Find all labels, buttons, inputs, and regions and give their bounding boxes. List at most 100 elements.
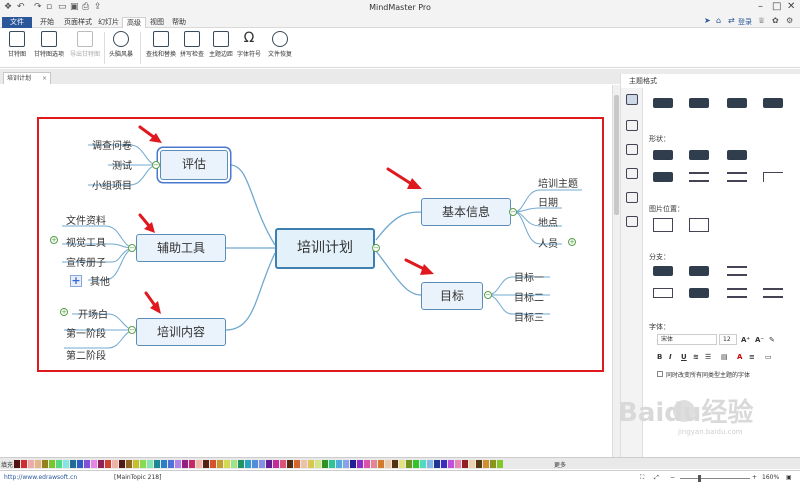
color-swatch[interactable] xyxy=(245,460,251,468)
line-weight-button[interactable] xyxy=(689,172,709,182)
color-swatch[interactable] xyxy=(378,460,384,468)
color-swatch[interactable] xyxy=(490,460,496,468)
color-swatch[interactable] xyxy=(357,460,363,468)
color-swatch[interactable] xyxy=(126,460,132,468)
layout-map-button[interactable] xyxy=(653,98,673,108)
color-swatch[interactable] xyxy=(35,460,41,468)
color-swatch[interactable] xyxy=(63,460,69,468)
color-swatch[interactable] xyxy=(413,460,419,468)
shrink-font-icon[interactable]: A⁻ xyxy=(755,336,764,344)
align-icon[interactable]: ≡ xyxy=(749,353,755,361)
zoom-level[interactable]: 160% xyxy=(762,474,779,481)
zoom-out-icon[interactable]: − xyxy=(670,474,675,481)
highlight-icon[interactable]: ▤ xyxy=(721,353,728,361)
zoom-knob[interactable] xyxy=(698,475,701,482)
color-swatch[interactable] xyxy=(441,460,447,468)
line-color-button[interactable] xyxy=(653,172,673,182)
bold-icon[interactable]: B xyxy=(657,353,662,361)
image-left-button[interactable] xyxy=(653,218,673,232)
corner-style-button[interactable] xyxy=(763,172,783,182)
export-gantt-button[interactable]: 导出甘特图 xyxy=(68,31,102,58)
color-swatch[interactable] xyxy=(371,460,377,468)
share-icon[interactable]: ⇄ xyxy=(728,16,735,25)
login-link[interactable]: 登录 xyxy=(738,17,752,27)
color-swatch[interactable] xyxy=(399,460,405,468)
color-swatch[interactable] xyxy=(469,460,475,468)
more-colors-label[interactable]: 更多 xyxy=(554,460,566,469)
menu-help[interactable]: 帮助 xyxy=(168,17,190,28)
font-color-icon[interactable]: A xyxy=(737,353,742,361)
clipart-icon[interactable] xyxy=(626,144,638,155)
skin-icon[interactable]: ✿ xyxy=(772,16,779,25)
note-icon[interactable] xyxy=(626,216,638,227)
color-swatch[interactable] xyxy=(154,460,160,468)
color-swatch[interactable] xyxy=(329,460,335,468)
calendar-icon[interactable] xyxy=(626,192,638,203)
color-swatch[interactable] xyxy=(315,460,321,468)
color-swatch[interactable] xyxy=(231,460,237,468)
layout-both-button[interactable] xyxy=(689,98,709,108)
menu-file[interactable]: 文件 xyxy=(2,17,32,28)
color-swatch[interactable] xyxy=(322,460,328,468)
book-icon[interactable] xyxy=(626,168,638,179)
color-swatch[interactable] xyxy=(49,460,55,468)
color-swatch[interactable] xyxy=(336,460,342,468)
find-replace-button[interactable]: 查找和替换 xyxy=(144,31,178,58)
color-swatch[interactable] xyxy=(343,460,349,468)
file-recovery-button[interactable]: 文件恢复 xyxy=(266,31,294,58)
gantt-button[interactable]: 甘特图 xyxy=(5,31,29,58)
color-swatch[interactable] xyxy=(301,460,307,468)
color-swatch[interactable] xyxy=(91,460,97,468)
branch-dash-button[interactable] xyxy=(763,288,783,298)
vip-icon[interactable]: ♕ xyxy=(758,16,765,25)
settings-icon[interactable]: ⚙ xyxy=(786,16,793,25)
color-swatch[interactable] xyxy=(266,460,272,468)
topic-margin-button[interactable]: 主题边距 xyxy=(207,31,235,58)
color-swatch[interactable] xyxy=(448,460,454,468)
fit-page-icon[interactable]: ⛶ xyxy=(640,474,644,482)
cart-icon[interactable]: ⌂ xyxy=(716,16,721,25)
color-swatch[interactable] xyxy=(273,460,279,468)
shape-style-button[interactable] xyxy=(689,150,709,160)
close-tab-icon[interactable]: × xyxy=(42,73,47,84)
color-swatch[interactable] xyxy=(476,460,482,468)
color-swatch[interactable] xyxy=(238,460,244,468)
menu-advanced[interactable]: 高级 xyxy=(122,17,146,28)
layout-list-button[interactable] xyxy=(763,98,783,108)
menu-page-style[interactable]: 页面样式 xyxy=(60,17,96,28)
menu-slides[interactable]: 幻灯片 xyxy=(94,17,123,28)
brush-icon[interactable] xyxy=(626,94,638,105)
branch-weight-button[interactable] xyxy=(727,266,747,276)
color-swatch[interactable] xyxy=(462,460,468,468)
color-swatch[interactable] xyxy=(210,460,216,468)
send-icon[interactable]: ➤ xyxy=(704,16,711,25)
color-swatch[interactable] xyxy=(406,460,412,468)
text-bg-icon[interactable]: ≋ xyxy=(693,353,699,361)
color-swatch[interactable] xyxy=(175,460,181,468)
color-swatch[interactable] xyxy=(28,460,34,468)
bullets-icon[interactable]: ☰ xyxy=(705,353,711,361)
case-icon[interactable]: ▭ xyxy=(765,353,772,361)
website-link[interactable]: http://www.edrawsoft.cn xyxy=(4,474,77,481)
color-swatch[interactable] xyxy=(252,460,258,468)
branch-line-button[interactable] xyxy=(689,266,709,276)
zoom-in-icon[interactable]: + xyxy=(752,474,757,481)
arrow-style-button[interactable] xyxy=(727,288,747,298)
fit-window-icon[interactable]: ▣ xyxy=(786,474,792,481)
color-swatch[interactable] xyxy=(112,460,118,468)
image-top-button[interactable] xyxy=(689,218,709,232)
spell-check-button[interactable]: 拼写检查 xyxy=(178,31,206,58)
font-size-select[interactable]: 12 xyxy=(719,334,737,345)
fullscreen-icon[interactable]: ⤢ xyxy=(654,474,659,482)
color-swatch[interactable] xyxy=(21,460,27,468)
brainstorm-button[interactable]: 头脑风暴 xyxy=(107,31,135,58)
tab-training-plan[interactable]: 培训计划 × xyxy=(3,72,51,84)
color-swatch[interactable] xyxy=(497,460,503,468)
italic-icon[interactable]: I xyxy=(669,353,672,361)
color-swatch[interactable] xyxy=(147,460,153,468)
color-swatch[interactable] xyxy=(294,460,300,468)
color-swatch[interactable] xyxy=(308,460,314,468)
grow-font-icon[interactable]: A⁺ xyxy=(741,336,750,344)
connector-style-button[interactable] xyxy=(653,288,673,298)
topic-shape-button[interactable] xyxy=(727,150,747,160)
